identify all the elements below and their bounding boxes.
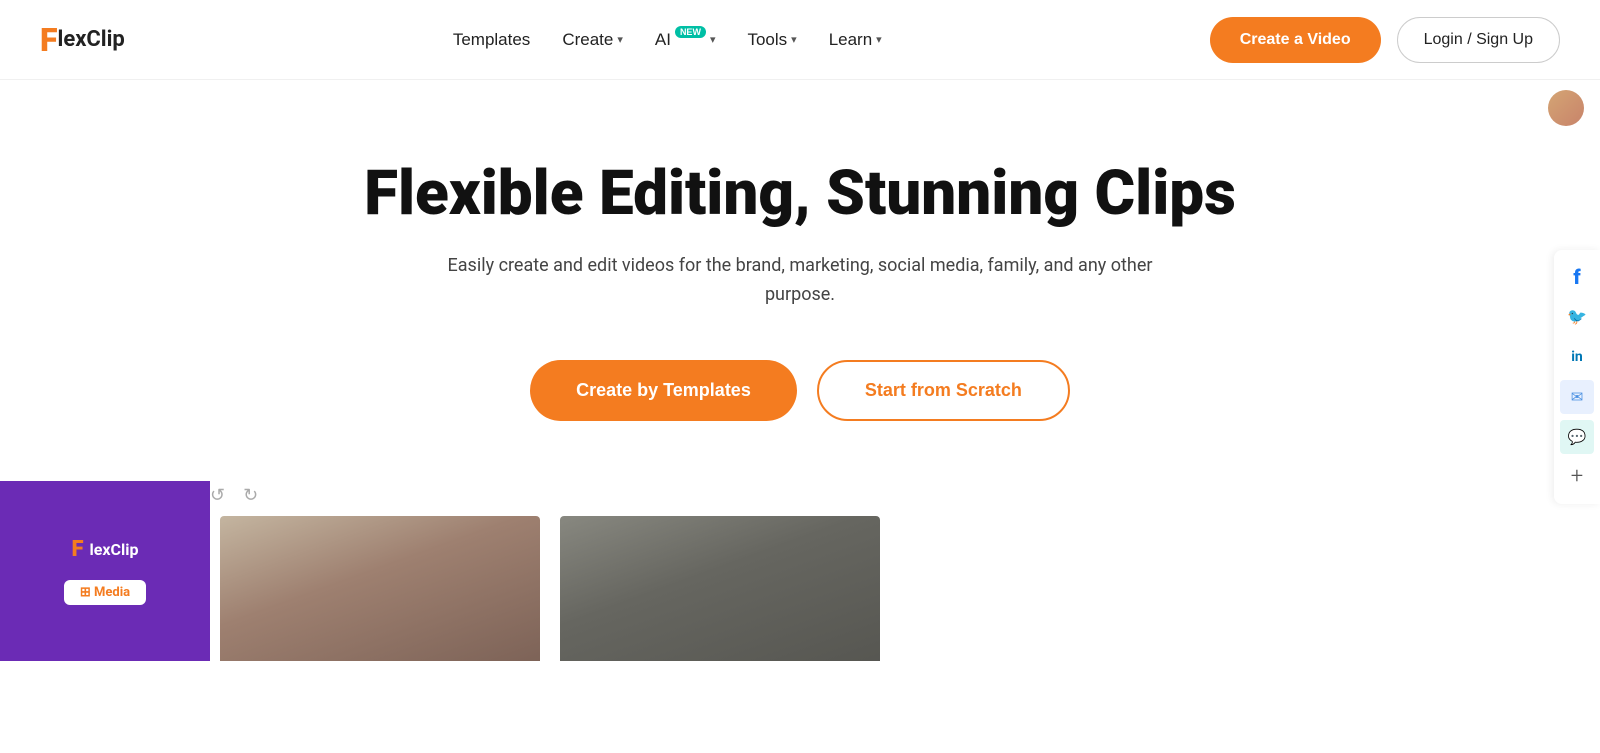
create-by-templates-label: Create by Templates	[576, 380, 751, 400]
nav-create[interactable]: Create ▾	[562, 30, 623, 50]
start-from-scratch-button[interactable]: Start from Scratch	[817, 360, 1070, 421]
login-button[interactable]: Login / Sign Up	[1397, 17, 1560, 63]
nav-tools-label: Tools	[747, 30, 787, 50]
logo-f: F	[40, 24, 58, 56]
undo-button[interactable]: ↺	[210, 485, 225, 506]
redo-button[interactable]: ↻	[243, 485, 258, 506]
chevron-down-icon: ▾	[791, 33, 797, 46]
twitter-share-button[interactable]: 🐦	[1560, 300, 1594, 334]
linkedin-share-button[interactable]: in	[1560, 340, 1594, 374]
thumbnail-1	[220, 516, 540, 661]
facebook-share-button[interactable]: f	[1560, 260, 1594, 294]
nav-ai[interactable]: AI NEW ▾	[655, 30, 716, 50]
media-label-text: Media	[94, 585, 130, 600]
chat-share-button[interactable]: 💬	[1560, 420, 1594, 454]
nav-create-label: Create	[562, 30, 613, 50]
chevron-down-icon: ▾	[617, 33, 623, 46]
thumbnail-2	[560, 516, 880, 661]
login-label: Login / Sign Up	[1424, 31, 1533, 48]
editor-logo: F lexClip	[72, 537, 139, 562]
hero-section: Flexible Editing, Stunning Clips Easily …	[0, 80, 1600, 481]
email-share-button[interactable]: ✉	[1560, 380, 1594, 414]
navbar: F lexClip Templates Create ▾ AI NEW ▾ To…	[0, 0, 1600, 80]
nav-tools[interactable]: Tools ▾	[747, 30, 796, 50]
hero-buttons: Create by Templates Start from Scratch	[530, 360, 1070, 421]
start-from-scratch-label: Start from Scratch	[865, 380, 1022, 400]
nav-right: Create a Video Login / Sign Up	[1210, 17, 1560, 63]
logo[interactable]: F lexClip	[40, 24, 125, 56]
chevron-down-icon: ▾	[710, 33, 716, 46]
ai-new-badge: NEW	[675, 26, 706, 38]
thumbnail-strip	[210, 506, 1600, 661]
editor-preview: F lexClip ⊞ Media ↺ ↻	[0, 481, 1600, 661]
editor-sidebar: F lexClip ⊞ Media	[0, 481, 210, 661]
editor-logo-text: lexClip	[90, 540, 139, 559]
nav-learn[interactable]: Learn ▾	[829, 30, 882, 50]
social-sidebar: f 🐦 in ✉ 💬 +	[1554, 250, 1600, 504]
logo-rest: lexClip	[58, 27, 125, 52]
create-video-label: Create a Video	[1240, 31, 1351, 48]
hero-subtitle: Easily create and edit videos for the br…	[440, 252, 1160, 310]
editor-logo-f: F	[72, 537, 84, 562]
nav-links: Templates Create ▾ AI NEW ▾ Tools ▾ Lear…	[453, 30, 882, 50]
create-by-templates-button[interactable]: Create by Templates	[530, 360, 797, 421]
editor-toolbar: ↺ ↻	[210, 481, 1600, 506]
more-share-button[interactable]: +	[1560, 460, 1594, 494]
nav-templates-label: Templates	[453, 30, 530, 50]
nav-ai-label: AI	[655, 30, 671, 50]
nav-templates[interactable]: Templates	[453, 30, 530, 50]
hero-title: Flexible Editing, Stunning Clips	[364, 160, 1236, 228]
chevron-down-icon: ▾	[876, 33, 882, 46]
create-video-button[interactable]: Create a Video	[1210, 17, 1381, 63]
media-panel-label[interactable]: ⊞ Media	[64, 580, 146, 605]
nav-learn-label: Learn	[829, 30, 872, 50]
editor-main: ↺ ↻	[210, 481, 1600, 661]
